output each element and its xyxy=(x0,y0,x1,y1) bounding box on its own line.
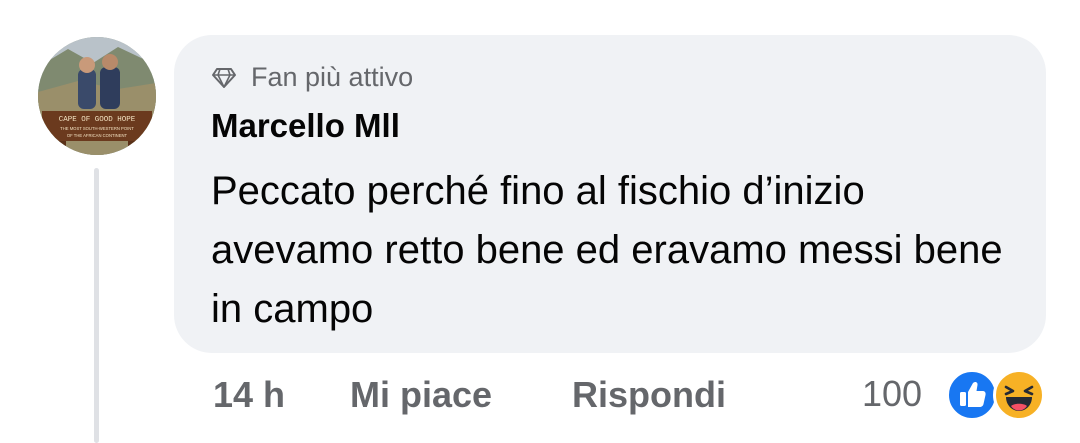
author-name[interactable]: Marcello Mll xyxy=(211,107,400,145)
avatar[interactable]: CAPE OF GOOD HOPE THE MOST SOUTH-WESTERN… xyxy=(38,37,156,155)
sign-line-3: OF THE AFRICAN CONTINENT xyxy=(67,133,128,138)
sign-line-2: THE MOST SOUTH-WESTERN POINT xyxy=(60,126,134,131)
reaction-count[interactable]: 100 xyxy=(862,373,922,415)
timestamp-link[interactable]: 14 h xyxy=(213,374,285,416)
haha-icon[interactable] xyxy=(993,369,1045,421)
comment-text: Peccato perché fino al fischio d’inizio … xyxy=(211,169,1003,331)
like-icon[interactable] xyxy=(946,369,998,421)
top-fan-badge: Fan più attivo xyxy=(211,62,413,93)
sign-line-1: CAPE OF GOOD HOPE xyxy=(59,116,136,124)
badge-label: Fan più attivo xyxy=(251,62,414,92)
reply-button[interactable]: Rispondi xyxy=(572,374,726,416)
diamond-icon xyxy=(212,67,236,88)
like-button[interactable]: Mi piace xyxy=(350,374,492,416)
